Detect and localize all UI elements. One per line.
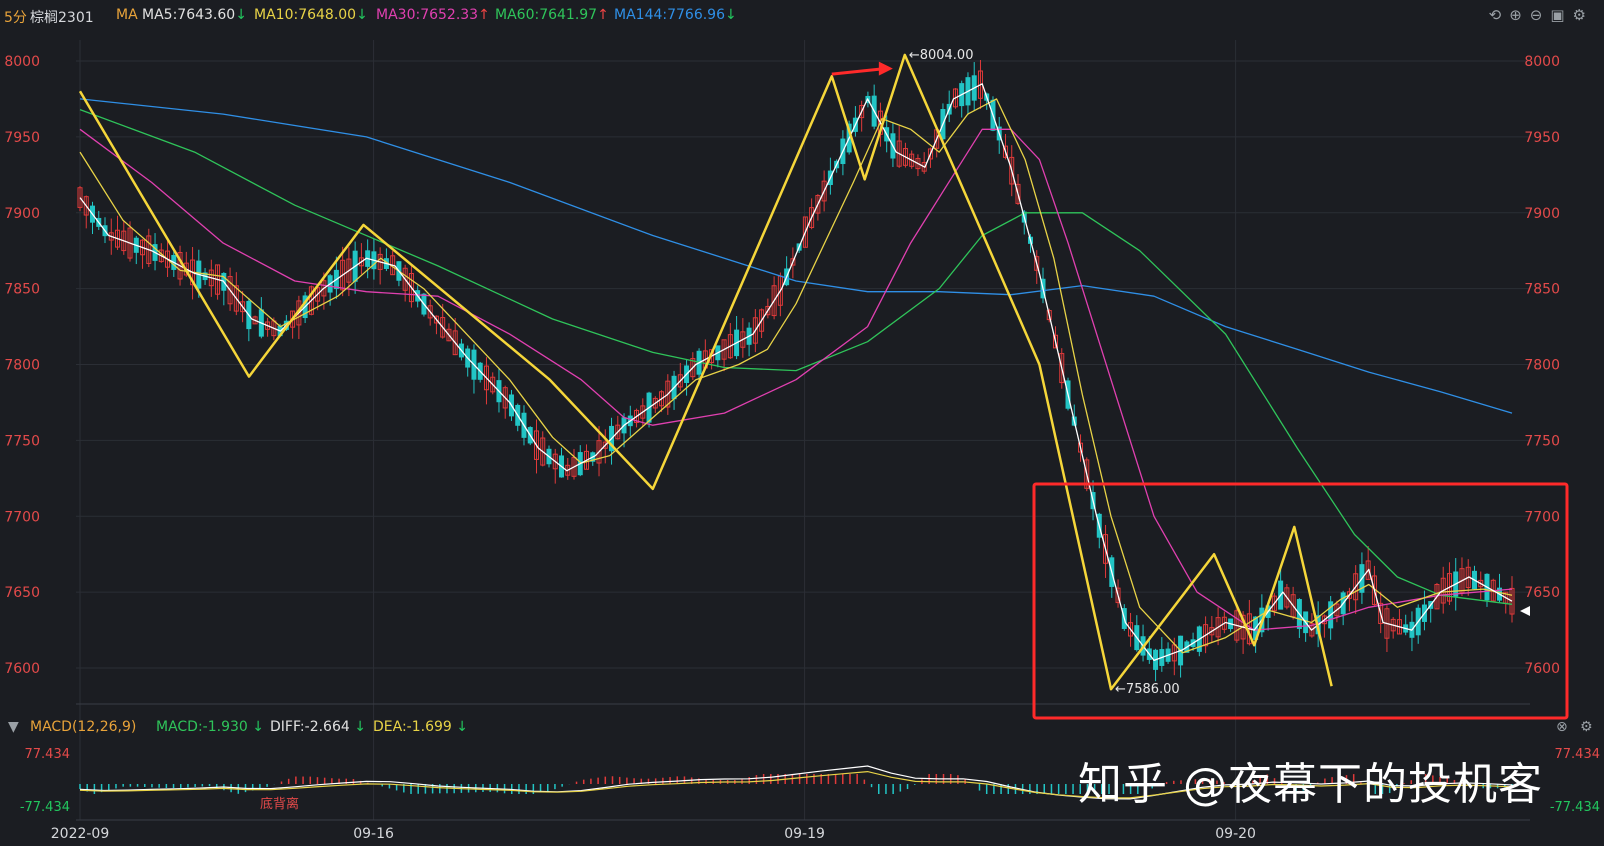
y-tick-label-left: 7700 bbox=[4, 509, 40, 525]
x-tick-label: 09-16 bbox=[353, 826, 394, 842]
bottom-divergence-label: 底背离 bbox=[260, 796, 299, 812]
y-tick-label-left: 7750 bbox=[4, 433, 40, 449]
macd-bottom-tick: -77.434 bbox=[20, 800, 70, 815]
x-tick-label: 09-20 bbox=[1215, 826, 1256, 842]
y-tick-label-left: 7600 bbox=[4, 661, 40, 677]
y-tick-label-left: 7850 bbox=[4, 282, 40, 298]
y-tick-label-right: 7700 bbox=[1524, 509, 1560, 525]
y-tick-label-left: 7950 bbox=[4, 130, 40, 146]
macd-title: MACD(12,26,9) bbox=[30, 719, 137, 735]
y-tick-label-right: 7900 bbox=[1524, 206, 1560, 222]
macd-header: ▼ MACD(12,26,9) MACD:-1.930 ↓ DIFF:-2.66… bbox=[0, 717, 1604, 739]
y-tick-label-left: 7800 bbox=[4, 358, 40, 374]
y-tick-label-right: 7850 bbox=[1524, 282, 1560, 298]
y-tick-label-right: 7950 bbox=[1524, 130, 1560, 146]
macd-arrow-icon: ↓ bbox=[252, 719, 265, 735]
y-tick-label-left: 7900 bbox=[4, 206, 40, 222]
macd-top-tick-right: 77.434 bbox=[1555, 747, 1601, 762]
x-tick-label: 09-19 bbox=[784, 826, 825, 842]
diff-value: DIFF:-2.664 ↓ bbox=[270, 719, 366, 735]
diff-text: DIFF:-2.664 bbox=[270, 719, 350, 735]
macd-top-tick: 77.434 bbox=[25, 747, 71, 762]
diff-arrow-icon: ↓ bbox=[354, 719, 366, 735]
macd-value: MACD:-1.930 ↓ bbox=[156, 719, 264, 735]
x-tick-label: 2022-09 bbox=[51, 826, 110, 842]
y-tick-label-right: 7600 bbox=[1524, 661, 1560, 677]
y-tick-label-left: 7650 bbox=[4, 585, 40, 601]
collapse-icon[interactable]: ▼ bbox=[8, 719, 19, 735]
macd-text: MACD:-1.930 bbox=[156, 719, 248, 735]
close-icon[interactable]: ⊗ bbox=[1556, 719, 1568, 735]
high-price-label: ←8004.00 bbox=[909, 48, 974, 63]
y-tick-label-right: 7800 bbox=[1524, 358, 1560, 374]
macd-bottom-tick-right: -77.434 bbox=[1550, 800, 1600, 815]
low-price-label: ←7586.00 bbox=[1115, 682, 1180, 697]
gear-icon[interactable]: ⚙ bbox=[1580, 719, 1593, 735]
watermark: 知乎 @夜幕下的投机客 bbox=[1078, 759, 1543, 810]
dea-value: DEA:-1.699 ↓ bbox=[373, 719, 468, 735]
y-tick-label-right: 7750 bbox=[1524, 433, 1560, 449]
y-tick-label-right: 8000 bbox=[1524, 54, 1560, 70]
y-tick-label-right: 7650 bbox=[1524, 585, 1560, 601]
dea-arrow-icon: ↓ bbox=[456, 719, 468, 735]
y-tick-label-left: 8000 bbox=[4, 54, 40, 70]
dea-text: DEA:-1.699 bbox=[373, 719, 452, 735]
